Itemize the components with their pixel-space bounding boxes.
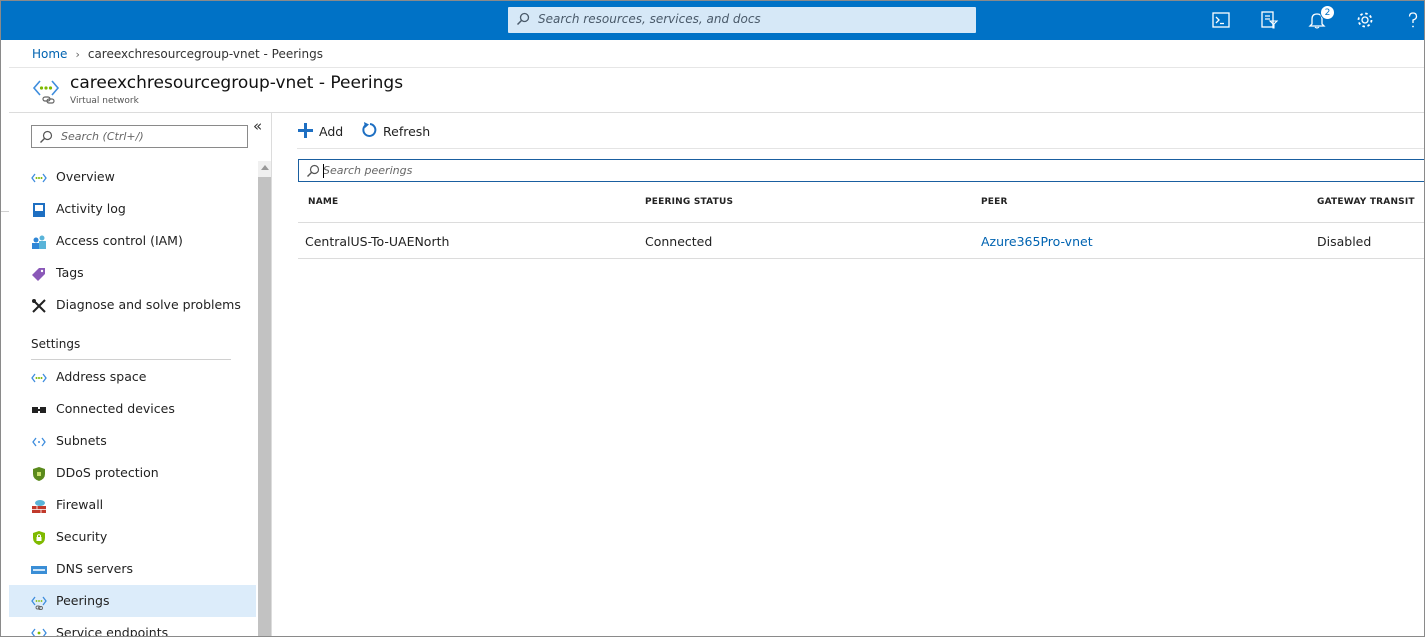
sidebar-item-tags[interactable]: Tags (9, 257, 256, 289)
security-icon (33, 531, 45, 545)
sidebar-item-label: Connected devices (56, 401, 175, 416)
menu-scrollbar-thumb[interactable] (258, 177, 271, 636)
sidebar-item-label: Peerings (56, 593, 110, 608)
sidebar-item-connected-devices[interactable]: Connected devices (9, 393, 256, 425)
vnet-icon (31, 373, 47, 383)
text-cursor (323, 164, 324, 178)
sidebar-item-label: Service endpoints (56, 625, 169, 637)
help-icon[interactable] (1402, 9, 1424, 31)
cell-peering-status: Connected (645, 234, 713, 249)
cell-gateway-transit: Disabled (1317, 234, 1372, 249)
column-header-name[interactable]: NAME (308, 197, 338, 207)
breadcrumb-home-link[interactable]: Home (32, 47, 67, 61)
dns-icon (31, 566, 47, 574)
page-title: careexchresourcegroup-vnet - Peerings (70, 73, 404, 93)
resource-menu: Search (Ctrl+/) « Overview Activity log … (9, 113, 272, 637)
sidebar-item-activity-log[interactable]: Activity log (9, 193, 256, 225)
portal-window: Search resources, services, and docs 2 H… (0, 0, 1425, 637)
chevron-right-icon: › (75, 48, 80, 61)
sidebar-item-subnets[interactable]: Subnets (9, 425, 256, 457)
search-peerings-input[interactable]: Search peerings (298, 159, 1424, 182)
directory-filter-icon[interactable] (1258, 9, 1280, 31)
cloud-shell-icon[interactable] (1210, 9, 1232, 31)
settings-section-title: Settings (31, 337, 81, 351)
sidebar-item-label: Security (56, 529, 108, 544)
sidebar-item-label: Subnets (56, 433, 107, 448)
service-endpoint-icon (31, 628, 47, 636)
sidebar-item-address-space[interactable]: Address space (9, 361, 256, 393)
sidebar-item-label: Access control (IAM) (56, 233, 183, 248)
global-search-placeholder: Search resources, services, and docs (538, 12, 761, 26)
wrench-icon (32, 299, 46, 313)
top-bar: Search resources, services, and docs 2 (1, 1, 1424, 40)
toolbar-divider (297, 148, 1424, 149)
scroll-up-arrow-icon[interactable] (261, 165, 269, 170)
sidebar-item-access-control[interactable]: Access control (IAM) (9, 225, 256, 257)
connected-devices-icon (32, 407, 46, 413)
sidebar-item-label: DDoS protection (56, 465, 159, 480)
settings-section-divider (31, 359, 231, 360)
iam-icon (32, 235, 46, 249)
blade-edge-mark (1, 211, 9, 212)
refresh-icon (362, 122, 377, 137)
tag-icon (32, 268, 45, 281)
activity-log-icon (33, 203, 45, 217)
shield-icon (33, 467, 45, 481)
subnet-icon (32, 437, 46, 447)
refresh-button-label: Refresh (383, 124, 431, 139)
sidebar-item-ddos-protection[interactable]: DDoS protection (9, 457, 256, 489)
vnet-icon (31, 173, 47, 183)
sidebar-item-overview[interactable]: Overview (9, 161, 256, 193)
menu-search-input[interactable]: Search (Ctrl+/) (31, 125, 248, 148)
gear-icon[interactable] (1354, 9, 1376, 31)
menu-search-placeholder: Search (Ctrl+/) (61, 130, 144, 143)
peerings-blade: Add Refresh Search peerings NAME PEERING… (273, 113, 1424, 636)
sidebar-item-firewall[interactable]: Firewall (9, 489, 256, 521)
collapse-menu-icon[interactable]: « (253, 117, 262, 135)
table-row[interactable]: CentralUS-To-UAENorth Connected Azure365… (298, 223, 1424, 259)
refresh-button[interactable]: Refresh (361, 121, 431, 141)
peering-icon (31, 596, 47, 610)
search-icon (307, 164, 320, 177)
header-divider (9, 67, 1424, 68)
sidebar-item-label: Tags (56, 265, 84, 280)
column-header-peering-status[interactable]: PEERING STATUS (645, 197, 733, 207)
sidebar-item-label: Diagnose and solve problems (56, 297, 241, 312)
search-peerings-placeholder: Search peerings (323, 164, 413, 177)
sidebar-item-label: Overview (56, 169, 115, 184)
sidebar-item-label: Activity log (56, 201, 126, 216)
peer-link[interactable]: Azure365Pro-vnet (981, 234, 1093, 249)
firewall-icon (32, 500, 46, 513)
breadcrumb-current: careexchresourcegroup-vnet - Peerings (87, 47, 323, 61)
search-icon (516, 12, 530, 26)
sidebar-item-diagnose[interactable]: Diagnose and solve problems (9, 289, 256, 321)
vnet-icon (32, 80, 60, 104)
sidebar-item-label: DNS servers (56, 561, 133, 576)
sidebar-item-peerings[interactable]: Peerings (9, 585, 256, 617)
column-header-gateway-transit[interactable]: GATEWAY TRANSIT (1317, 197, 1415, 207)
sidebar-item-label: Firewall (56, 497, 104, 512)
global-search-input[interactable]: Search resources, services, and docs (508, 7, 976, 33)
notification-count-badge: 2 (1320, 5, 1335, 20)
sidebar-item-service-endpoints[interactable]: Service endpoints (9, 617, 256, 637)
search-icon (40, 130, 53, 143)
add-button[interactable]: Add (297, 121, 347, 141)
plus-icon (298, 123, 313, 138)
sidebar-item-label: Address space (56, 369, 147, 384)
sidebar-item-dns-servers[interactable]: DNS servers (9, 553, 256, 585)
sidebar-item-security[interactable]: Security (9, 521, 256, 553)
page-subtitle: Virtual network (70, 96, 139, 106)
cell-name: CentralUS-To-UAENorth (305, 234, 450, 249)
column-header-peer[interactable]: PEER (981, 197, 1008, 207)
breadcrumb: Home › careexchresourcegroup-vnet - Peerin… (32, 47, 323, 61)
add-button-label: Add (319, 124, 344, 139)
